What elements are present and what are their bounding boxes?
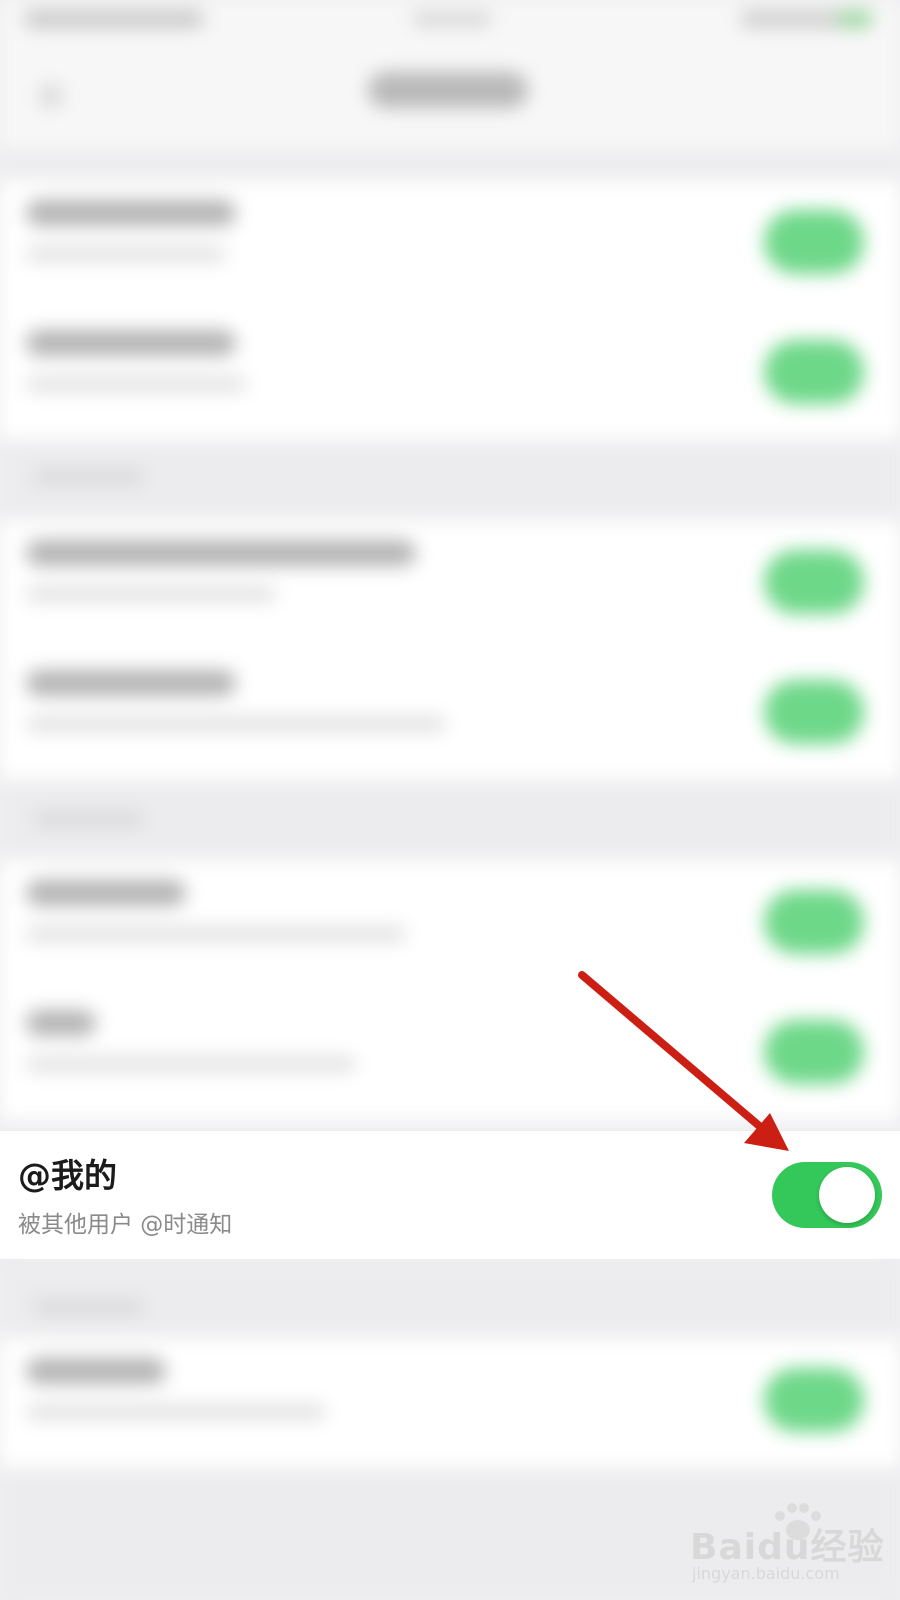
setting-row[interactable] (0, 860, 900, 990)
watermark-url: jingyan.baidu.com (692, 1564, 840, 1583)
section-header-placeholder (34, 1300, 144, 1314)
setting-row[interactable] (0, 650, 900, 780)
row-title-placeholder (26, 1358, 166, 1384)
battery-icon (838, 10, 872, 28)
row-subtitle-placeholder (26, 586, 276, 602)
setting-row[interactable] (0, 520, 900, 650)
row-subtitle-placeholder (26, 376, 246, 392)
setting-row[interactable] (0, 990, 900, 1120)
at-me-setting-row[interactable]: @我的 被其他用户 @时通知 (0, 1130, 900, 1259)
at-me-title: @我的 (18, 1156, 117, 1195)
row-title-placeholder (26, 330, 236, 356)
row-subtitle-placeholder (26, 1404, 326, 1420)
setting-row[interactable] (0, 180, 900, 310)
watermark-brand: Baidu经验 (690, 1527, 885, 1568)
row-subtitle-placeholder (26, 246, 226, 262)
section-gap (0, 150, 900, 180)
page-title-placeholder (368, 72, 528, 108)
toggle-switch[interactable] (764, 340, 864, 404)
at-me-toggle-switch[interactable] (772, 1162, 882, 1228)
row-subtitle-placeholder (26, 1056, 356, 1072)
navigation-bar (0, 40, 900, 150)
toggle-switch[interactable] (764, 1020, 864, 1084)
row-subtitle-placeholder (26, 926, 406, 942)
setting-row[interactable] (0, 310, 900, 440)
section-gap (0, 1258, 900, 1338)
toggle-switch[interactable] (764, 890, 864, 954)
back-icon[interactable] (40, 85, 62, 107)
row-subtitle-placeholder (26, 716, 446, 732)
toggle-switch[interactable] (764, 1368, 864, 1432)
section-header-placeholder (34, 812, 144, 826)
status-time-placeholder (24, 10, 204, 28)
toggle-knob (819, 1167, 875, 1223)
section-header-placeholder (34, 470, 144, 484)
row-title-placeholder (26, 670, 236, 696)
at-me-subtitle: 被其他用户 @时通知 (18, 1212, 233, 1238)
row-title-placeholder (26, 1010, 96, 1036)
blurred-background (0, 0, 900, 1600)
row-title-placeholder (26, 880, 186, 906)
toggle-switch[interactable] (764, 210, 864, 274)
row-title-placeholder (26, 540, 416, 566)
status-bar (0, 0, 900, 40)
row-title-placeholder (26, 200, 236, 226)
baidu-watermark: Baidu经验 jingyan.baidu.com (686, 1500, 886, 1590)
toggle-switch[interactable] (764, 680, 864, 744)
toggle-switch[interactable] (764, 550, 864, 614)
setting-row[interactable] (0, 1338, 900, 1468)
status-center-placeholder (412, 12, 492, 26)
